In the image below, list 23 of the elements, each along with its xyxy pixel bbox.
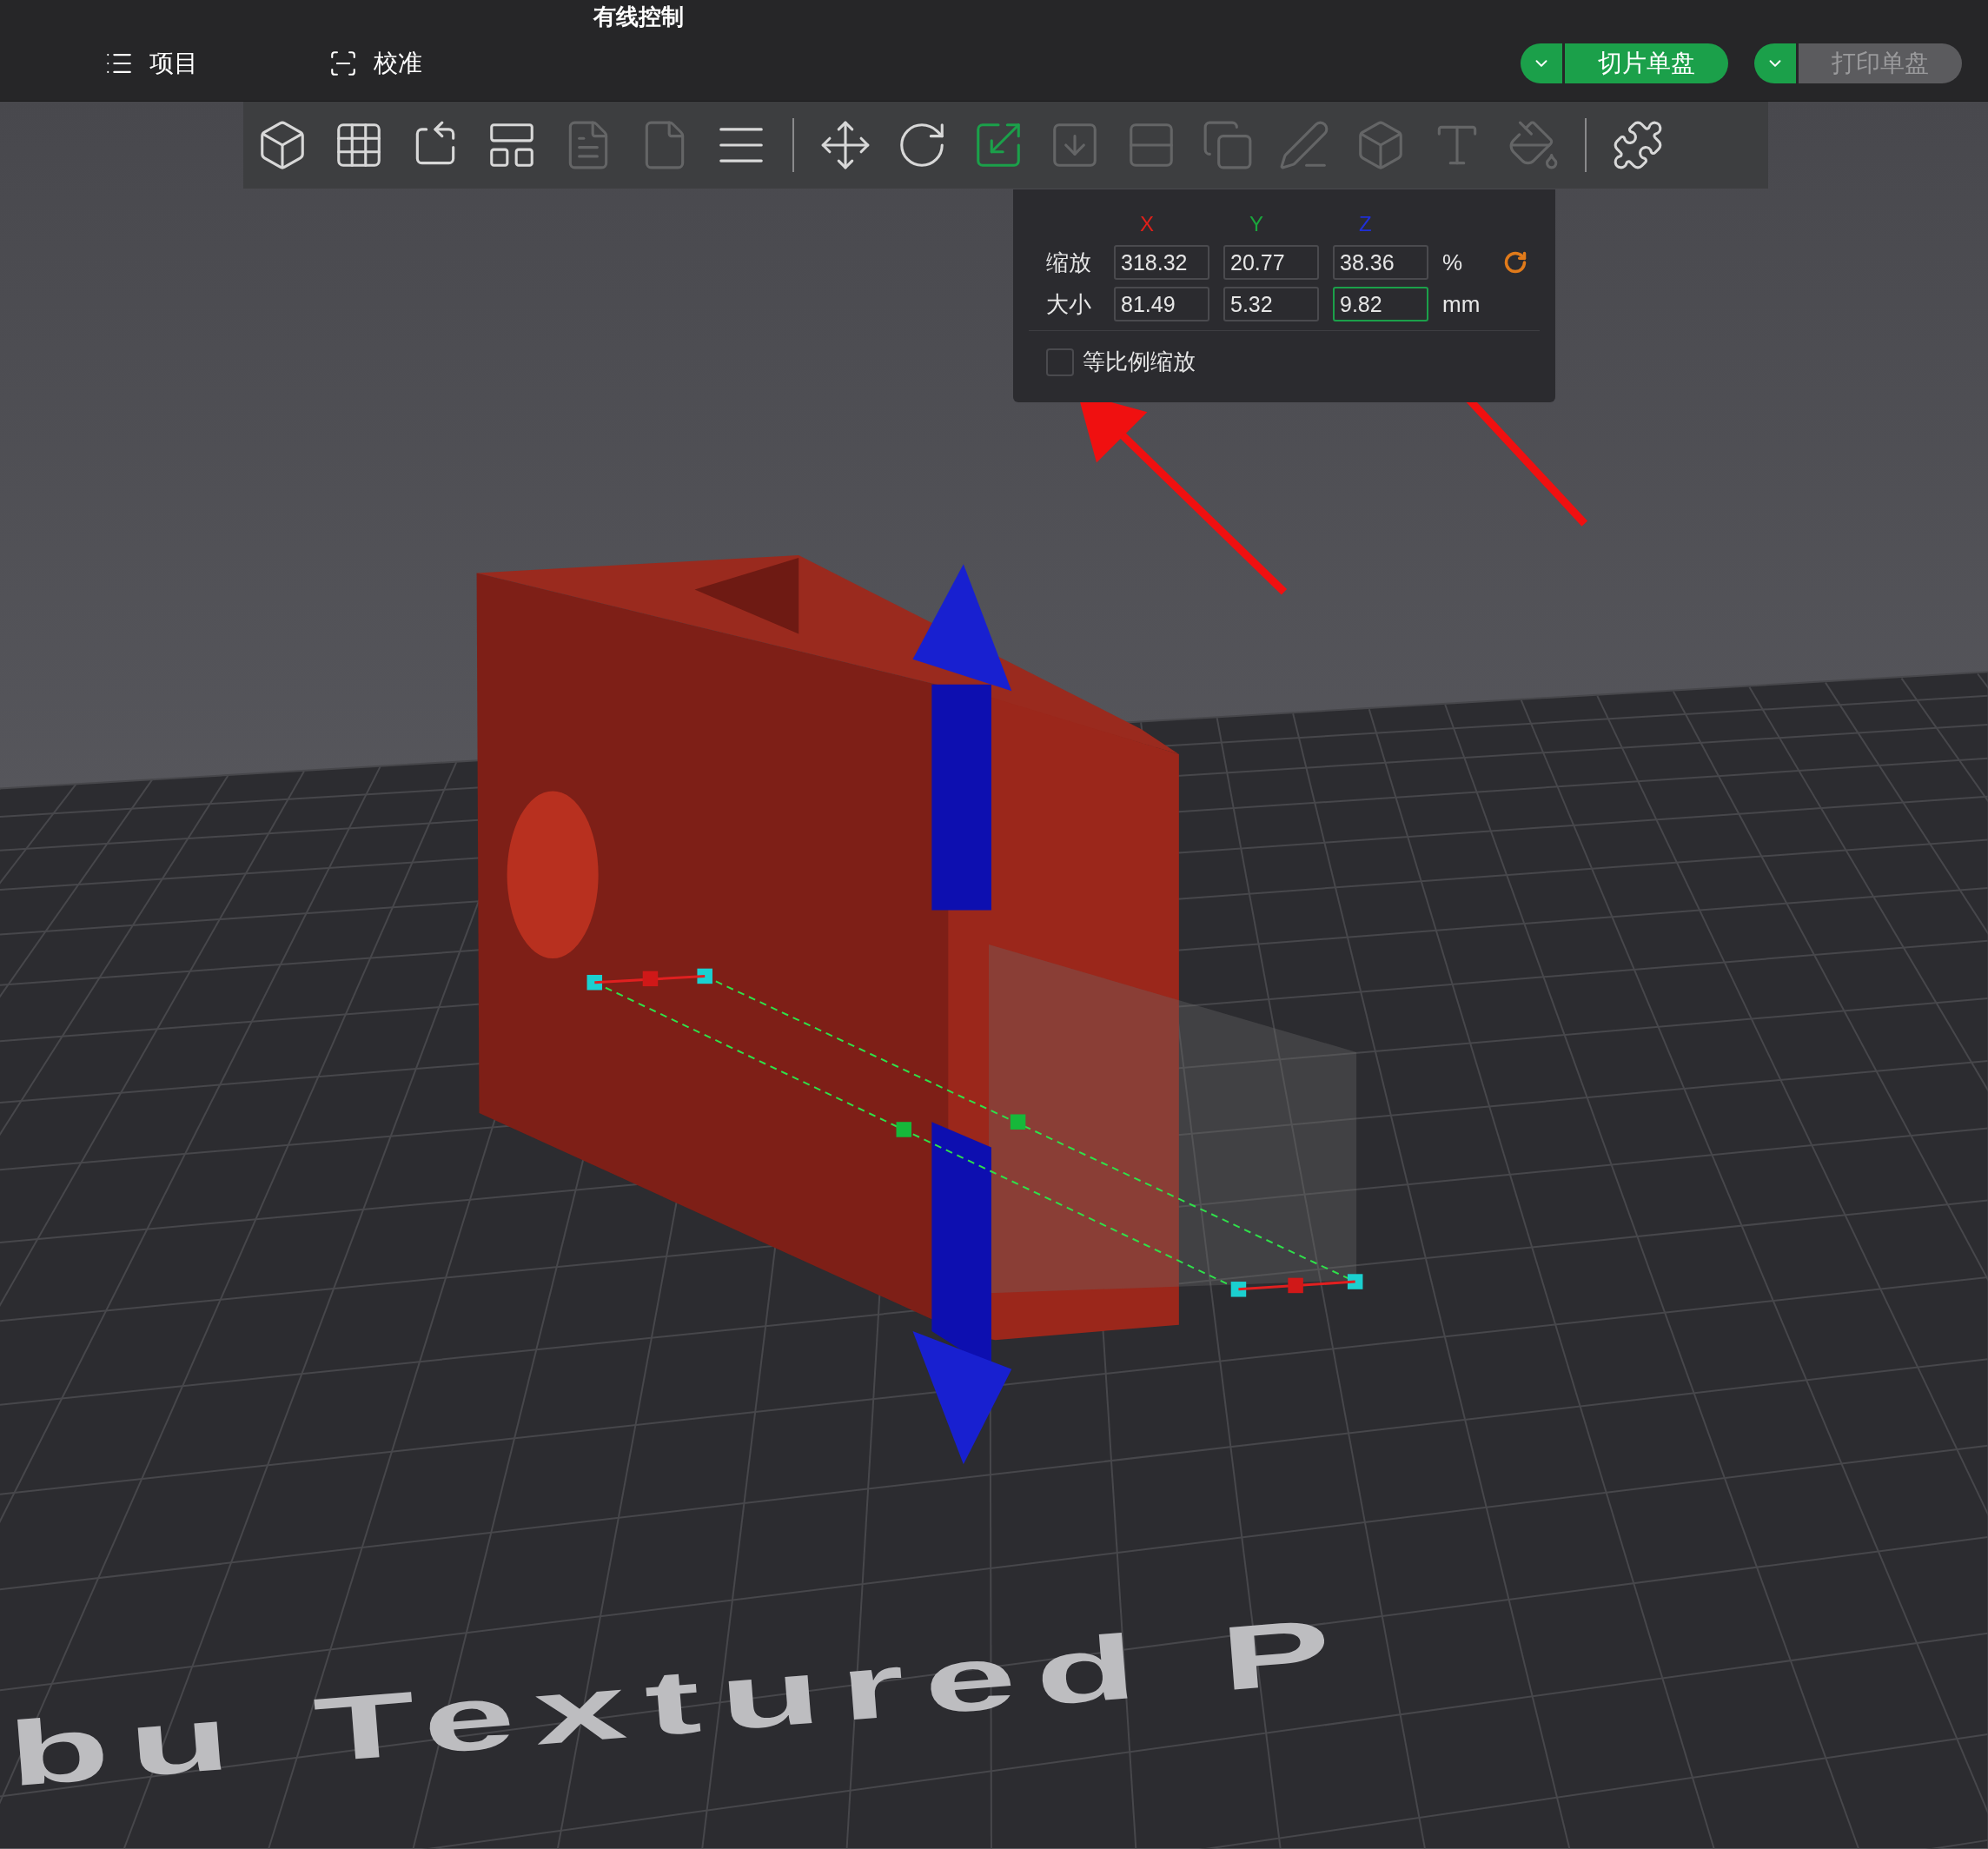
number-field[interactable]: 318.32	[1114, 245, 1209, 280]
unit-label: mm	[1442, 289, 1481, 319]
checkbox[interactable]	[1046, 348, 1074, 376]
number-field[interactable]: 38.36	[1333, 245, 1428, 280]
reset-icon[interactable]	[1503, 250, 1527, 275]
bed-label: bu Textured P	[3, 1597, 1355, 1807]
number-field[interactable]: 81.49	[1114, 287, 1209, 321]
nav-tab[interactable]: 项目	[104, 45, 198, 82]
scan-icon	[328, 49, 358, 78]
unit-label: %	[1442, 248, 1464, 277]
number-field[interactable]: 5.32	[1223, 287, 1319, 321]
window-title: 有线控制	[593, 3, 684, 31]
dropdown-button[interactable]	[1754, 43, 1796, 83]
number-field[interactable]: 20.77	[1223, 245, 1319, 280]
row-label: 大小	[1046, 289, 1092, 319]
dropdown-button[interactable]	[1521, 43, 1562, 83]
checkbox-label: 等比例缩放	[1083, 348, 1196, 376]
nav-tab[interactable]: 校准	[328, 45, 422, 82]
axis-label: Z	[1358, 211, 1373, 237]
axis-label: Y	[1249, 211, 1264, 237]
row-label: 缩放	[1046, 248, 1092, 277]
axis-label: X	[1139, 211, 1155, 237]
number-field[interactable]: 9.82	[1333, 287, 1428, 321]
